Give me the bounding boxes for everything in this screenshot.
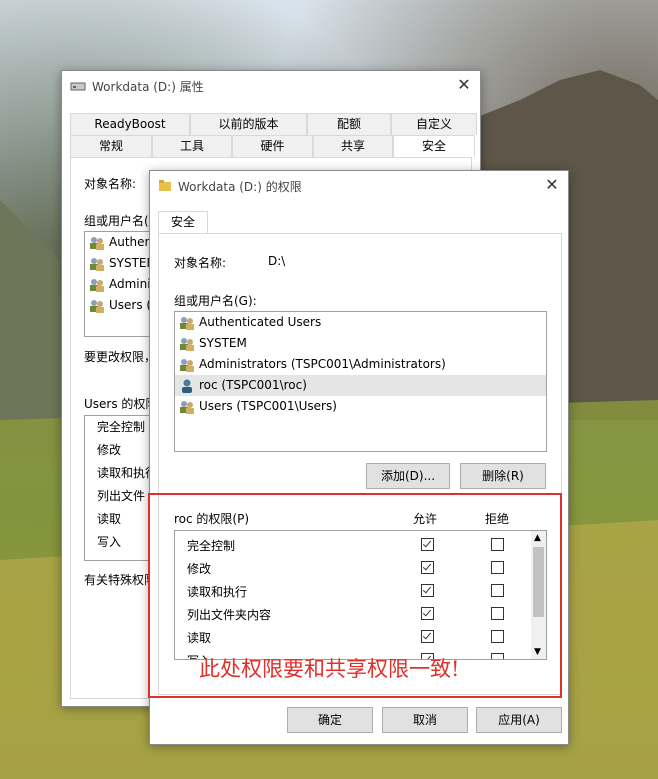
tab-security[interactable]: 安全 <box>158 211 208 233</box>
object-name-label: 对象名称: <box>84 177 137 191</box>
tab-previous-versions[interactable]: 以前的版本 <box>190 113 307 135</box>
tab-quota[interactable]: 配额 <box>307 113 391 135</box>
object-name-value: D:\ <box>268 254 286 268</box>
tabs-row-1: ReadyBoost 以前的版本 配额 自定义 <box>70 113 477 135</box>
perm-for-label: Users 的权限 <box>84 397 158 411</box>
tab-hardware[interactable]: 硬件 <box>232 135 313 157</box>
remove-button[interactable]: 删除(R) <box>460 463 546 489</box>
user-group-icon <box>179 316 195 330</box>
user-group-icon <box>89 299 105 313</box>
change-hint: 要更改权限， <box>84 350 157 364</box>
tab-readyboost[interactable]: ReadyBoost <box>70 113 190 135</box>
list-item[interactable]: Users (TSPC001\Users) <box>175 396 546 417</box>
apply-button[interactable]: 应用(A) <box>476 707 562 733</box>
tab-tools[interactable]: 工具 <box>152 135 232 157</box>
add-button[interactable]: 添加(D)... <box>366 463 450 489</box>
permissions-title: Workdata (D:) 的权限 <box>178 179 302 194</box>
user-group-icon <box>179 337 195 351</box>
tab-customize[interactable]: 自定义 <box>391 113 477 135</box>
list-item-label: Users ( <box>109 298 152 312</box>
list-item[interactable]: SYSTEM <box>175 333 546 354</box>
user-group-icon <box>179 400 195 414</box>
group-label: 组或用户名(G): <box>174 294 257 308</box>
tab-general[interactable]: 常规 <box>70 135 152 157</box>
list-item-label: Authenticated Users <box>199 315 322 329</box>
user-icon <box>179 379 195 393</box>
list-item-label: Administrators (TSPC001\Administrators) <box>199 357 446 371</box>
user-group-icon <box>179 358 195 372</box>
user-group-icon <box>89 257 105 271</box>
list-item-label: SYSTEM <box>199 336 247 350</box>
permissions-titlebar: Workdata (D:) 的权限 ✕ <box>150 171 568 201</box>
list-item[interactable]: roc (TSPC001\roc) <box>175 375 546 396</box>
list-item-label: roc (TSPC001\roc) <box>199 378 307 392</box>
folder-icon <box>159 180 171 191</box>
user-group-icon <box>89 278 105 292</box>
object-name-label: 对象名称: <box>174 256 227 270</box>
close-icon[interactable]: ✕ <box>544 177 560 193</box>
tabs-row-2: 常规 工具 硬件 共享 安全 <box>70 135 475 157</box>
special-hint: 有关特殊权限 <box>84 573 157 587</box>
properties-titlebar: Workdata (D:) 属性 ✕ <box>62 71 480 101</box>
list-item[interactable]: Authenticated Users <box>175 312 546 333</box>
cancel-button[interactable]: 取消 <box>382 707 468 733</box>
annotation-text: 此处权限要和共享权限一致! <box>199 657 460 681</box>
properties-title: Workdata (D:) 属性 <box>92 79 204 94</box>
tab-sharing[interactable]: 共享 <box>313 135 393 157</box>
tab-security[interactable]: 安全 <box>393 135 475 157</box>
user-group-icon <box>89 236 105 250</box>
ok-button[interactable]: 确定 <box>287 707 373 733</box>
list-item-label: Users (TSPC001\Users) <box>199 399 337 413</box>
close-icon[interactable]: ✕ <box>456 77 472 93</box>
drive-icon <box>70 82 86 91</box>
user-list[interactable]: Authenticated Users SYSTEM Administrator… <box>174 311 547 452</box>
list-item[interactable]: Administrators (TSPC001\Administrators) <box>175 354 546 375</box>
